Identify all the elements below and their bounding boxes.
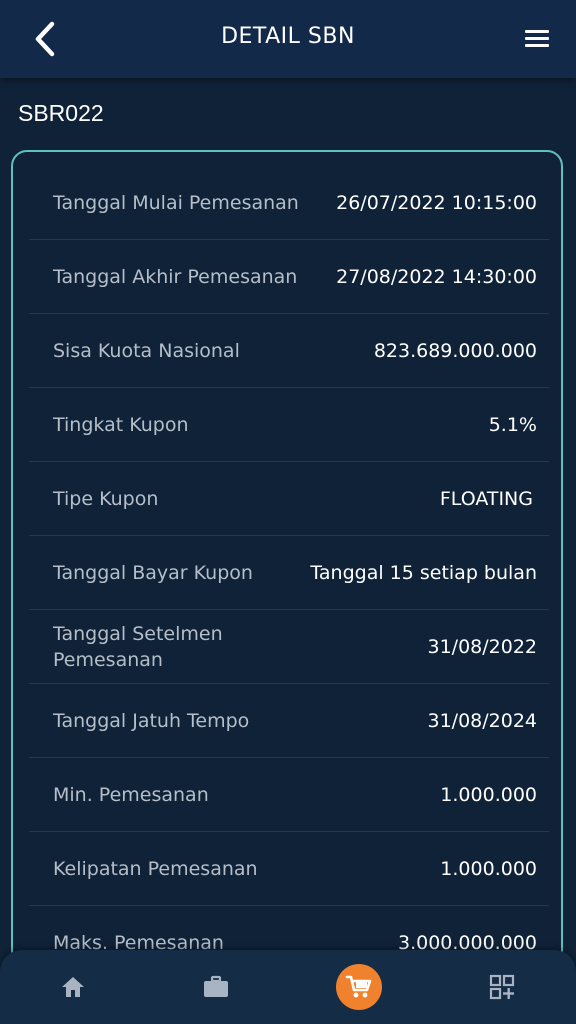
page-title: DETAIL SBN bbox=[221, 24, 355, 49]
detail-value: 31/08/2022 bbox=[427, 635, 537, 658]
detail-value: Tanggal 15 setiap bulan bbox=[310, 561, 537, 584]
detail-label: Sisa Kuota Nasional bbox=[53, 339, 240, 362]
detail-label: Tingkat Kupon bbox=[53, 413, 189, 436]
nav-more[interactable] bbox=[472, 950, 532, 1024]
detail-row: Tanggal Bayar Kupon Tanggal 15 setiap bu… bbox=[29, 536, 549, 610]
detail-row: Kelipatan Pemesanan 1.000.000 bbox=[29, 832, 549, 906]
active-nav-indicator bbox=[336, 964, 382, 1010]
detail-value: FLOATING bbox=[439, 487, 533, 510]
detail-row: Tipe Kupon FLOATING bbox=[29, 462, 549, 536]
nav-portfolio[interactable] bbox=[186, 950, 246, 1024]
nav-cart[interactable] bbox=[329, 950, 389, 1024]
detail-row: Tanggal Jatuh Tempo 31/08/2024 bbox=[29, 684, 549, 758]
detail-row: Tingkat Kupon 5.1% bbox=[29, 388, 549, 462]
qr-add-icon bbox=[489, 974, 515, 1000]
detail-row: Sisa Kuota Nasional 823.689.000.000 bbox=[29, 314, 549, 388]
detail-value: 1.000.000 bbox=[440, 783, 537, 806]
detail-value: 31/08/2024 bbox=[427, 709, 537, 732]
hamburger-icon bbox=[525, 30, 549, 47]
detail-value: 26/07/2022 10:15:00 bbox=[336, 191, 537, 214]
home-icon bbox=[62, 977, 84, 997]
bottom-nav bbox=[0, 950, 576, 1024]
detail-label: Min. Pemesanan bbox=[53, 783, 209, 806]
detail-value: 1.000.000 bbox=[440, 857, 537, 880]
detail-row: Tanggal Akhir Pemesanan 27/08/2022 14:30… bbox=[29, 240, 549, 314]
detail-value: 5.1% bbox=[488, 413, 537, 436]
cart-icon bbox=[345, 975, 372, 998]
detail-label: Tanggal Akhir Pemesanan bbox=[53, 265, 298, 288]
detail-label: Kelipatan Pemesanan bbox=[53, 857, 258, 880]
detail-value: 27/08/2022 14:30:00 bbox=[336, 265, 537, 288]
detail-label: Tanggal Setelmen Pemesanan bbox=[53, 622, 223, 671]
detail-row: Min. Pemesanan 1.000.000 bbox=[29, 758, 549, 832]
detail-value: 823.689.000.000 bbox=[373, 339, 537, 362]
detail-label: Tanggal Jatuh Tempo bbox=[53, 709, 250, 732]
nav-home[interactable] bbox=[43, 950, 103, 1024]
briefcase-icon bbox=[204, 975, 228, 997]
detail-card: Tanggal Mulai Pemesanan 26/07/2022 10:15… bbox=[11, 150, 563, 970]
menu-button[interactable] bbox=[524, 28, 550, 50]
detail-label: Tanggal Bayar Kupon bbox=[53, 561, 253, 584]
detail-label: Tanggal Mulai Pemesanan bbox=[53, 191, 299, 214]
app-header: DETAIL SBN bbox=[0, 0, 576, 78]
detail-row: Tanggal Mulai Pemesanan 26/07/2022 10:15… bbox=[29, 166, 549, 240]
sbn-code: SBR022 bbox=[18, 100, 104, 126]
detail-row: Tanggal Setelmen Pemesanan 31/08/2022 bbox=[29, 610, 549, 684]
detail-label: Tipe Kupon bbox=[53, 487, 159, 510]
